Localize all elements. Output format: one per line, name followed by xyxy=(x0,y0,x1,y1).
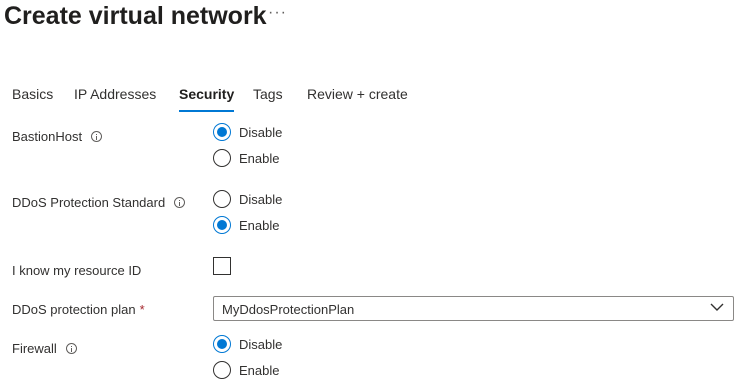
info-icon[interactable] xyxy=(65,343,77,354)
tab-security[interactable]: Security xyxy=(179,86,235,112)
tab-ip-addresses[interactable]: IP Addresses xyxy=(74,86,156,102)
know-resource-id-label: I know my resource ID xyxy=(12,263,141,278)
ddos-plan-selected-value: MyDdosProtectionPlan xyxy=(222,302,355,317)
firewall-enable-radio[interactable]: Enable xyxy=(213,361,279,379)
radio-label: Disable xyxy=(239,191,283,207)
info-icon[interactable] xyxy=(91,131,103,142)
radio-label: Enable xyxy=(239,362,280,378)
tab-review-create[interactable]: Review + create xyxy=(307,86,408,102)
know-resource-id-checkbox[interactable] xyxy=(213,257,231,275)
radio-label: Disable xyxy=(239,336,283,352)
firewall-disable-radio[interactable]: Disable xyxy=(213,335,282,353)
bastion-host-enable-radio[interactable]: Enable xyxy=(213,149,279,167)
ddos-plan-label-text: DDoS protection plan xyxy=(12,302,136,317)
ddos-standard-label-text: DDoS Protection Standard xyxy=(12,195,166,210)
ddos-plan-label: DDoS protection plan * xyxy=(12,302,145,317)
firewall-label-text: Firewall xyxy=(12,341,57,356)
active-tab-indicator xyxy=(179,110,235,112)
radio-unchecked-icon xyxy=(213,149,231,167)
more-options-button[interactable]: ··· xyxy=(268,4,287,22)
required-marker: * xyxy=(139,302,145,317)
bastion-host-label: BastionHost xyxy=(12,129,103,144)
radio-checked-icon xyxy=(213,216,231,234)
radio-label: Disable xyxy=(239,124,283,140)
bastion-host-label-text: BastionHost xyxy=(12,129,83,144)
chevron-down-icon xyxy=(710,303,724,311)
radio-checked-icon xyxy=(213,335,231,353)
know-resource-id-label-text: I know my resource ID xyxy=(12,263,142,278)
radio-checked-icon xyxy=(213,123,231,141)
firewall-label: Firewall xyxy=(12,341,77,356)
radio-unchecked-icon xyxy=(213,190,231,208)
radio-label: Enable xyxy=(239,217,280,233)
ddos-standard-disable-radio[interactable]: Disable xyxy=(213,190,282,208)
bastion-host-disable-radio[interactable]: Disable xyxy=(213,123,282,141)
radio-unchecked-icon xyxy=(213,361,231,379)
tab-tags[interactable]: Tags xyxy=(253,86,283,102)
ddos-standard-enable-radio[interactable]: Enable xyxy=(213,216,279,234)
ddos-standard-label: DDoS Protection Standard xyxy=(12,195,186,210)
tab-security-label: Security xyxy=(179,86,235,102)
info-icon[interactable] xyxy=(174,197,186,208)
page-title: Create virtual network xyxy=(4,2,267,30)
radio-label: Enable xyxy=(239,150,280,166)
tab-basics[interactable]: Basics xyxy=(12,86,53,102)
ddos-plan-dropdown[interactable]: MyDdosProtectionPlan xyxy=(213,296,734,321)
